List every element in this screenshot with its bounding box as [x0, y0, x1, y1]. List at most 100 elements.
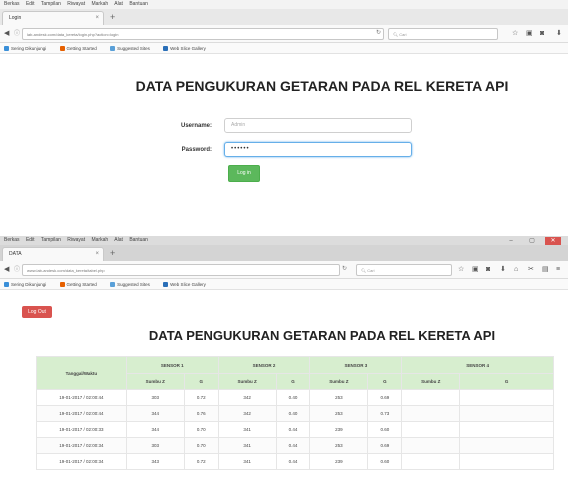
- menu-item[interactable]: Tampilan: [41, 1, 61, 7]
- navigation-bar: ◀ ⓘ lab-andesk.com/data_kereta/login.php…: [0, 25, 568, 43]
- menu-item[interactable]: Alat: [114, 237, 123, 243]
- bookmark-star-icon[interactable]: ☆: [512, 29, 518, 38]
- menu-item[interactable]: Edit: [26, 1, 35, 7]
- value-cell: 344: [125, 421, 185, 438]
- ie-icon: [110, 282, 116, 287]
- tab-title: Login: [9, 15, 22, 21]
- library-icon[interactable]: ▣: [472, 265, 479, 274]
- tab-title: DATA: [9, 251, 22, 257]
- value-cell: 0.44: [275, 421, 311, 438]
- ie-icon: [110, 46, 116, 51]
- menu-item[interactable]: Riwayat: [67, 237, 85, 243]
- menu-item[interactable]: Tampilan: [41, 237, 61, 243]
- username-label: Username:: [180, 123, 212, 129]
- download-icon[interactable]: ⬇: [556, 29, 562, 38]
- back-icon[interactable]: ◀: [4, 266, 9, 274]
- maximize-icon[interactable]: ▢: [524, 237, 540, 245]
- bookmark-item[interactable]: Sering Dikunjungi: [4, 46, 52, 51]
- menu-item[interactable]: Berkas: [4, 237, 20, 243]
- home-icon[interactable]: ⌂: [514, 265, 518, 274]
- value-cell: 341: [217, 437, 277, 454]
- bookmarks-bar: Sering Dikunjungi Getting Started Sugges…: [0, 43, 568, 54]
- bookmark-icon: [4, 46, 9, 51]
- value-cell: 253: [309, 405, 369, 422]
- value-cell: 0.44: [275, 453, 311, 470]
- value-cell: 0.76: [183, 405, 219, 422]
- menu-item[interactable]: Alat: [114, 1, 123, 7]
- value-cell: [401, 437, 461, 454]
- bookmark-item[interactable]: Web Slice Gallery: [163, 46, 212, 51]
- value-cell: [459, 405, 554, 422]
- new-tab-icon[interactable]: +: [110, 11, 115, 23]
- value-cell: 0.69: [367, 437, 403, 454]
- value-cell: 0.72: [183, 453, 219, 470]
- value-cell: 0.60: [367, 453, 403, 470]
- pocket-icon[interactable]: ◙: [540, 29, 544, 38]
- value-cell: 303: [125, 437, 185, 454]
- value-cell: 239: [309, 421, 369, 438]
- menu-item[interactable]: Markah: [91, 237, 108, 243]
- menu-item[interactable]: Edit: [26, 237, 35, 243]
- value-cell: 0.44: [275, 437, 311, 454]
- url-bar[interactable]: www.lab-andesk.com/data_kereta/tabel.php: [22, 264, 340, 276]
- close-window-icon[interactable]: ✕: [545, 237, 561, 245]
- bookmark-label: Getting Started: [66, 282, 97, 287]
- bookmark-item[interactable]: Web Slice Gallery: [163, 282, 212, 287]
- bookmark-item[interactable]: Getting Started: [59, 46, 103, 51]
- value-cell: [459, 437, 554, 454]
- login-button[interactable]: Log in: [228, 165, 260, 182]
- library-icon[interactable]: ▣: [526, 29, 533, 38]
- bookmark-icon: [4, 282, 9, 287]
- bookmark-item[interactable]: Suggested Sites: [110, 46, 156, 51]
- screenshot-icon[interactable]: ✂: [528, 265, 534, 274]
- logout-button[interactable]: Log Out: [22, 306, 52, 318]
- timestamp-cell: 19-01-2017 / 02:00:34: [36, 453, 127, 470]
- reload-icon[interactable]: ↻: [342, 265, 347, 274]
- menu-item[interactable]: Markah: [91, 1, 108, 7]
- bookmark-label: Suggested Sites: [117, 282, 150, 287]
- sub-header: Sumbu Z: [125, 373, 185, 390]
- tab-login[interactable]: Login ×: [2, 11, 104, 25]
- username-field[interactable]: Admin: [224, 118, 412, 133]
- search-placeholder: Cari: [367, 268, 375, 273]
- close-tab-icon[interactable]: ×: [95, 12, 99, 25]
- bookmarks-bar: Sering Dikunjungi Getting Started Sugges…: [0, 279, 568, 290]
- download-icon[interactable]: ⬇: [500, 265, 506, 274]
- data-table: Tanggal/Waktu SENSOR 1 SENSOR 2 SENSOR 3…: [36, 356, 554, 470]
- info-icon[interactable]: ⓘ: [14, 30, 20, 38]
- tab-data[interactable]: DATA ×: [2, 247, 104, 261]
- pocket-icon[interactable]: ◙: [486, 265, 490, 274]
- back-icon[interactable]: ◀: [4, 30, 9, 38]
- bookmark-item[interactable]: Sering Dikunjungi: [4, 282, 52, 287]
- new-tab-icon[interactable]: +: [110, 247, 115, 259]
- sub-header: Sumbu Z: [309, 373, 369, 390]
- reload-icon[interactable]: ↻: [376, 29, 381, 38]
- url-bar[interactable]: lab-andesk.com/data_kereta/login.php?act…: [22, 28, 384, 40]
- close-tab-icon[interactable]: ×: [95, 248, 99, 261]
- search-bar[interactable]: 🔍︎ Cari: [356, 264, 452, 276]
- firefox-icon: [59, 282, 65, 287]
- bookmark-item[interactable]: Suggested Sites: [110, 282, 156, 287]
- bookmark-label: Suggested Sites: [117, 46, 150, 51]
- bookmark-item[interactable]: Getting Started: [59, 282, 103, 287]
- minimize-icon[interactable]: –: [503, 237, 519, 245]
- search-bar[interactable]: 🔍︎ Cari: [388, 28, 498, 40]
- search-placeholder: Cari: [399, 32, 407, 37]
- menu-icon[interactable]: ≡: [556, 265, 560, 274]
- menu-item[interactable]: Bantuan: [129, 1, 148, 7]
- value-cell: [459, 453, 554, 470]
- timestamp-cell: 19-01-2017 / 02:00:33: [36, 421, 127, 438]
- sidebar-icon[interactable]: ▤: [542, 265, 549, 274]
- menu-item[interactable]: Bantuan: [129, 237, 148, 243]
- timestamp-cell: 19-01-2017 / 02:00:44: [36, 389, 127, 406]
- menu-item[interactable]: Berkas: [4, 1, 20, 7]
- bookmark-star-icon[interactable]: ☆: [458, 265, 464, 274]
- password-field[interactable]: ••••••: [224, 142, 412, 157]
- sub-header: G: [275, 373, 311, 390]
- info-icon[interactable]: ⓘ: [14, 266, 20, 274]
- menu-item[interactable]: Riwayat: [67, 1, 85, 7]
- sub-header: G: [367, 373, 403, 390]
- web-slice-icon: [163, 46, 169, 51]
- tab-strip: Login × +: [0, 9, 568, 25]
- sub-header: G: [183, 373, 219, 390]
